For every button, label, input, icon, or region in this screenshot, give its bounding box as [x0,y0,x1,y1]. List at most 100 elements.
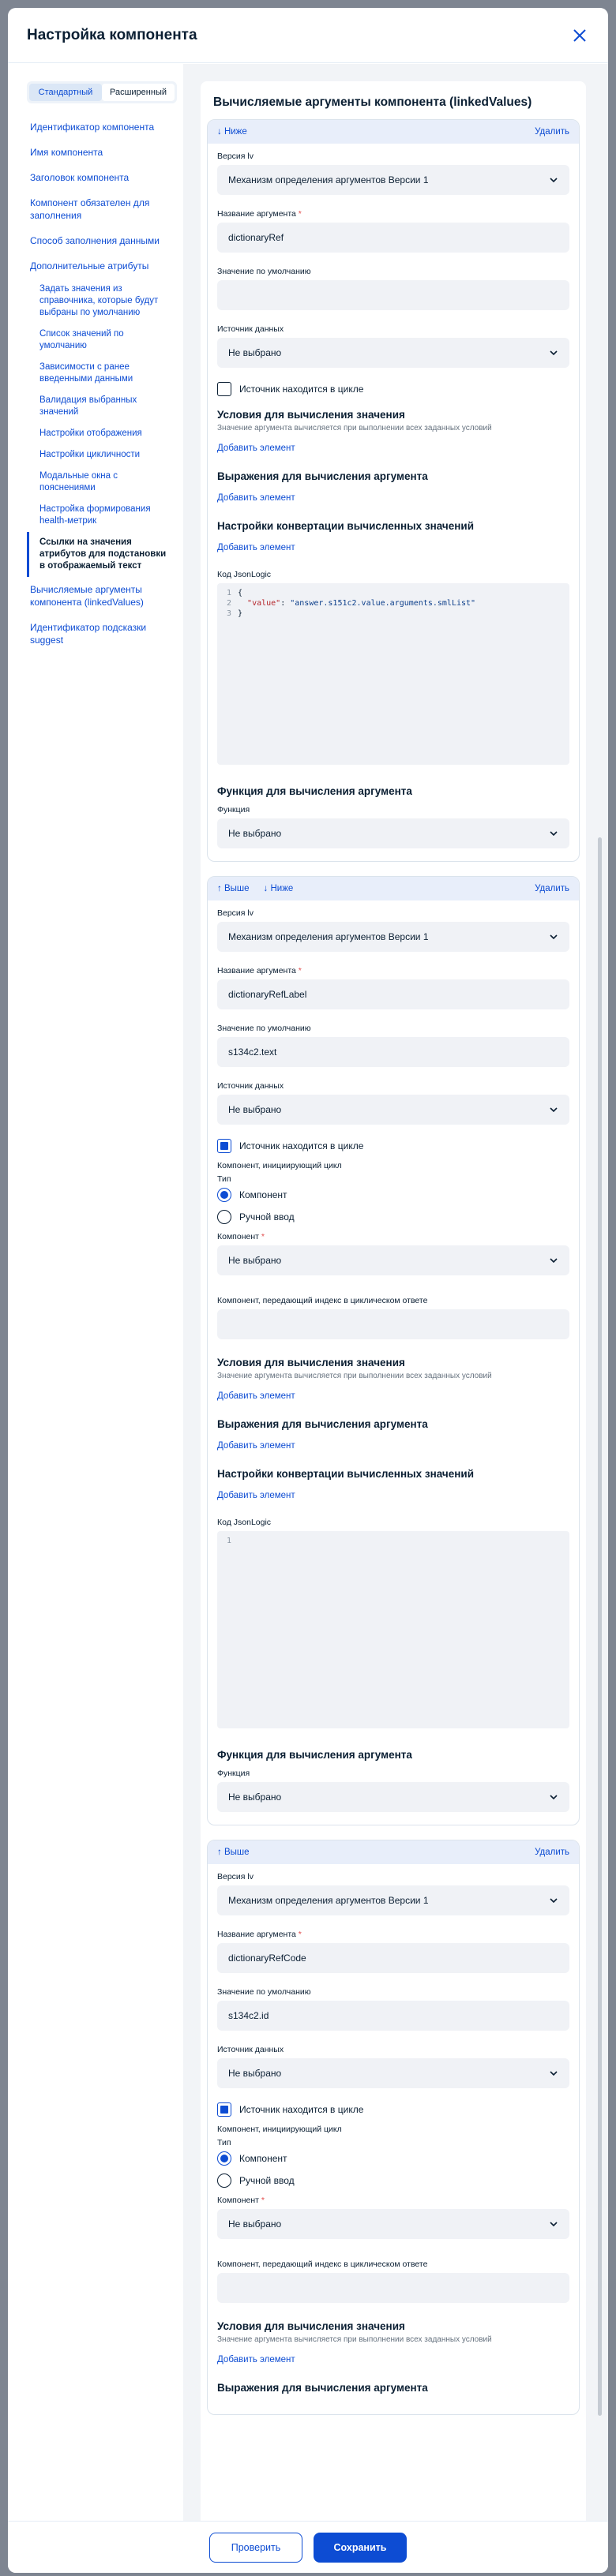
chevron-down-icon [550,2222,558,2227]
conditions-title: Условия для вычисления значения [217,1357,405,1368]
add-condition-link[interactable]: Добавить элемент [217,444,569,453]
checkbox-checked-icon [217,1139,231,1153]
tab-standard[interactable]: Стандартный [29,84,102,101]
add-conversion-link[interactable]: Добавить элемент [217,543,569,552]
nav-item-header[interactable]: Заголовок компонента [27,165,172,190]
delete-button[interactable]: Удалить [535,127,569,137]
jsonlogic-editor[interactable]: 1 [217,1531,569,1728]
type-label: Тип [217,2138,231,2147]
nav-sub-health[interactable]: Настройка формирования health-метрик [27,499,172,532]
component-label: Компонент * [217,1232,265,1241]
nav-sub-dictionary-defaults[interactable]: Задать значения из справочника, которые … [27,279,172,324]
function-select[interactable]: Не выбрано [217,1782,569,1812]
linked-values-section: Вычисляемые аргументы компонента (linked… [201,81,586,2573]
in-cycle-checkbox[interactable]: Источник находится в цикле [217,382,569,396]
modal-header: Настройка компонента [8,8,608,63]
source-label: Источник данных [217,2045,284,2054]
default-label: Значение по умолчанию [217,1024,311,1033]
cycle-component-label: Компонент, инициирующий цикл [217,2125,342,2134]
nav-item-suggest[interactable]: Идентификатор подсказки suggest [27,615,172,653]
nav-item-linked-values[interactable]: Вычисляемые аргументы компонента (linked… [27,577,172,615]
index-component-input[interactable] [217,1309,569,1339]
radio-selected-icon [217,1188,231,1202]
function-select[interactable]: Не выбрано [217,818,569,848]
delete-button[interactable]: Удалить [535,884,569,893]
nav-item-name[interactable]: Имя компонента [27,140,172,165]
tab-extended[interactable]: Расширенный [102,84,175,101]
default-label: Значение по умолчанию [217,1987,311,1997]
move-up-button[interactable]: ↑ Выше [217,1848,250,1857]
index-component-input[interactable] [217,2273,569,2303]
move-down-button[interactable]: ↓ Ниже [217,127,247,137]
radio-component[interactable]: Компонент [217,1188,569,1202]
conversions-title: Настройки конвертации вычисленных значен… [217,1468,475,1480]
nav-sub-attr-links[interactable]: Ссылки на значения атрибутов для подстан… [27,532,172,577]
radio-manual[interactable]: Ручной ввод [217,2174,569,2188]
version-select[interactable]: Механизм определения аргументов Версии 1 [217,922,569,952]
default-input[interactable] [217,280,569,310]
close-icon[interactable] [570,26,589,45]
component-select[interactable]: Не выбрано [217,2209,569,2239]
nav-sub-modals[interactable]: Модальные окна с пояснениями [27,466,172,499]
function-label: Функция [217,1769,250,1778]
expressions-title: Выражения для вычисления аргумента [217,470,428,482]
component-select[interactable]: Не выбрано [217,1245,569,1275]
conditions-hint: Значение аргумента вычисляется при выпол… [217,2335,492,2344]
default-input[interactable]: s134c2.text [217,1037,569,1067]
nav-sub-default-list[interactable]: Список значений по умолчанию [27,324,172,357]
add-conversion-link[interactable]: Добавить элемент [217,1491,569,1500]
version-label: Версия lv [217,908,254,918]
nav-item-fill-method[interactable]: Способ заполнения данными [27,228,172,253]
sidebar: Стандартный Расширенный Идентификатор ко… [8,64,183,2573]
in-cycle-checkbox[interactable]: Источник находится в цикле [217,2102,569,2117]
chevron-down-icon [550,1795,558,1800]
index-component-label: Компонент, передающий индекс в циклическ… [217,2260,428,2269]
component-label: Компонент * [217,2196,265,2205]
version-select[interactable]: Механизм определения аргументов Версии 1 [217,1885,569,1915]
version-select[interactable]: Механизм определения аргументов Версии 1 [217,165,569,195]
default-label: Значение по умолчанию [217,267,311,276]
nav-sub-display[interactable]: Настройки отображения [27,423,172,444]
chevron-down-icon [550,1898,558,1904]
default-input[interactable]: s134c2.id [217,2001,569,2031]
chevron-down-icon [550,1107,558,1113]
nav-item-id[interactable]: Идентификатор компонента [27,114,172,140]
nav-item-required[interactable]: Компонент обязателен для заполнения [27,190,172,228]
add-expression-link[interactable]: Добавить элемент [217,493,569,503]
arg-name-input[interactable]: dictionaryRefLabel [217,979,569,1009]
nav-item-extra-attrs[interactable]: Дополнительные атрибуты [27,253,172,279]
source-label: Источник данных [217,1081,284,1091]
add-condition-link[interactable]: Добавить элемент [217,1391,569,1401]
delete-button[interactable]: Удалить [535,1848,569,1857]
chevron-down-icon [550,350,558,356]
source-select[interactable]: Не выбрано [217,1095,569,1125]
nav-sub-validation[interactable]: Валидация выбранных значений [27,390,172,423]
move-down-button[interactable]: ↓ Ниже [264,884,294,893]
radio-icon [217,2174,231,2188]
checkbox-checked-icon [217,2102,231,2117]
argument-card: ↓ Ниже Удалить Версия lv Механизм опреде… [207,119,580,862]
version-label: Версия lv [217,152,254,161]
source-select[interactable]: Не выбрано [217,338,569,368]
in-cycle-checkbox[interactable]: Источник находится в цикле [217,1139,569,1153]
nav-sub-dependencies[interactable]: Зависимости с ранее введенными данными [27,357,172,390]
radio-manual[interactable]: Ручной ввод [217,1210,569,1224]
source-select[interactable]: Не выбрано [217,2058,569,2088]
arg-name-input[interactable]: dictionaryRef [217,223,569,253]
scrollbar[interactable] [598,837,602,2416]
add-condition-link[interactable]: Добавить элемент [217,2355,569,2364]
save-button[interactable]: Сохранить [314,2532,407,2563]
arg-name-input[interactable]: dictionaryRefCode [217,1943,569,1973]
modal-title: Настройка компонента [27,26,197,43]
check-button[interactable]: Проверить [209,2532,302,2563]
index-component-label: Компонент, передающий индекс в циклическ… [217,1296,428,1305]
radio-selected-icon [217,2151,231,2166]
chevron-down-icon [550,1258,558,1264]
chevron-down-icon [550,831,558,837]
nav-sub-cycles[interactable]: Настройки цикличности [27,444,172,466]
jsonlogic-editor[interactable]: 1{ 2 "value": "answer.s151c2.value.argum… [217,583,569,765]
move-up-button[interactable]: ↑ Выше [217,884,250,893]
expressions-title: Выражения для вычисления аргумента [217,2382,428,2394]
add-expression-link[interactable]: Добавить элемент [217,1441,569,1451]
radio-component[interactable]: Компонент [217,2151,569,2166]
